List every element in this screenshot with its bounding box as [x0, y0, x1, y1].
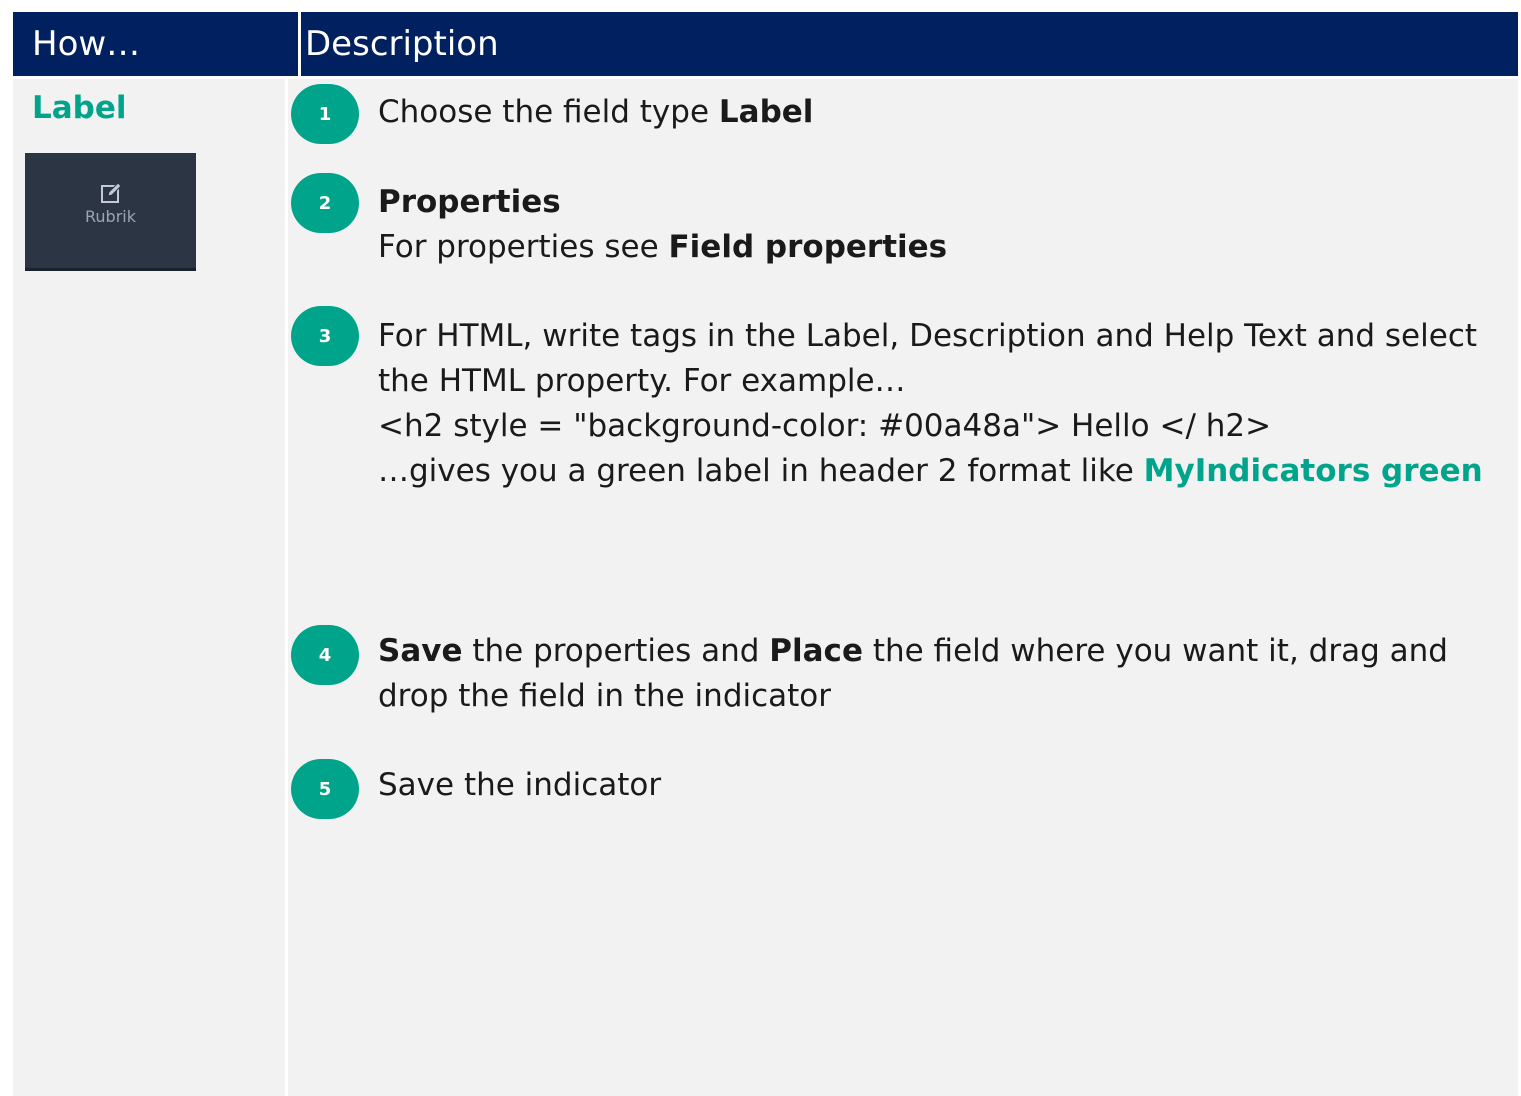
header-divider — [298, 12, 301, 76]
header-description: Description — [305, 24, 499, 64]
table-header: How… Description — [13, 12, 1518, 76]
step-paragraph: …gives you a green label in header 2 for… — [378, 449, 1503, 494]
step-text-bold: Save — [378, 633, 463, 669]
green-sample-text: MyIndicators green — [1143, 453, 1483, 489]
page: How… Description Label Rubrik 1 Choose t… — [0, 0, 1521, 1096]
header-how: How… — [32, 24, 141, 64]
step-text-part: …gives you a green label in header 2 for… — [378, 453, 1144, 489]
step-text-part: Choose the field type — [378, 94, 719, 130]
step-number-badge: 1 — [291, 84, 359, 144]
step-text: Save the properties and Place the field … — [378, 629, 1503, 719]
step-text-bold: Label — [718, 94, 814, 130]
step-text-bold: Place — [769, 633, 863, 669]
rubrik-button-label: Rubrik — [85, 207, 136, 226]
step-number-badge: 4 — [291, 625, 359, 685]
step-title: Properties — [378, 184, 561, 220]
field-properties-link: Field properties — [668, 229, 948, 265]
field-type-label: Label — [32, 90, 127, 126]
step-body: For properties see Field properties — [378, 225, 1503, 270]
step-number-badge: 3 — [291, 306, 359, 366]
step-text: Save the indicator — [378, 767, 662, 803]
step-number-badge: 5 — [291, 759, 359, 819]
step-number-badge: 2 — [291, 173, 359, 233]
step-paragraph: For HTML, write tags in the Label, Descr… — [378, 318, 1478, 399]
edit-icon — [100, 182, 122, 203]
description-column: 1 Choose the field type Label 2 Properti… — [288, 79, 1518, 1096]
step-text-part: the properties and — [462, 633, 770, 669]
rubrik-button[interactable]: Rubrik — [25, 153, 196, 271]
step-text-part: For properties see — [378, 229, 669, 265]
step-text: For HTML, write tags in the Label, Descr… — [378, 314, 1503, 494]
step-text: Properties For properties see Field prop… — [378, 180, 1503, 270]
step-text: Choose the field type Label — [378, 90, 1503, 135]
step-code-example: <h2 style = "background-color: #00a48a">… — [378, 408, 1272, 444]
how-column: Label Rubrik — [13, 79, 285, 1096]
